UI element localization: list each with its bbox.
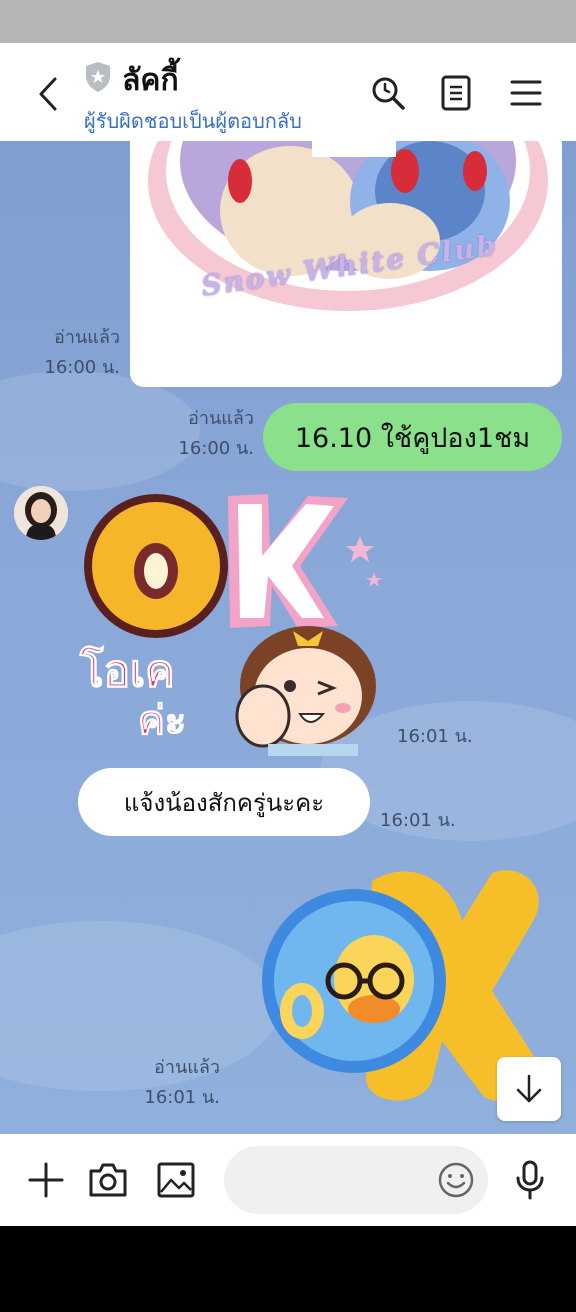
sticker-caption-line2: ค่ะ	[137, 698, 187, 745]
shield-icon	[86, 62, 110, 92]
timestamp: 16:00 น.	[178, 438, 254, 459]
gallery-icon	[157, 1162, 195, 1198]
plus-icon	[28, 1162, 64, 1198]
notes-icon	[441, 75, 471, 111]
notes-button[interactable]	[436, 73, 476, 113]
timestamp: 16:00 น.	[44, 357, 120, 378]
back-icon	[39, 77, 57, 111]
emoji-button[interactable]	[434, 1158, 478, 1202]
sticker-ok-girl[interactable]: โอเค ค่ะ	[78, 486, 388, 756]
outgoing-message-bubble[interactable]: 16.10 ใช้คูปอง1ชม	[263, 403, 562, 471]
avatar-image	[14, 486, 68, 540]
gallery-button[interactable]	[154, 1158, 198, 1202]
message-meta: อ่านแล้ว 16:00 น.	[10, 323, 120, 383]
microphone-icon	[516, 1160, 544, 1200]
message-meta: อ่านแล้ว 16:00 น.	[144, 404, 254, 464]
avatar[interactable]	[14, 486, 68, 540]
system-navigation-bar	[0, 1226, 576, 1312]
message-input-bar	[0, 1134, 576, 1226]
timestamp: 16:01 น.	[144, 1087, 220, 1108]
ok-girl-sticker-art	[84, 494, 382, 756]
scroll-to-bottom-button[interactable]	[497, 1057, 561, 1121]
add-button[interactable]	[24, 1158, 68, 1202]
search-button[interactable]	[368, 73, 408, 113]
search-icon	[372, 77, 405, 110]
status-bar	[0, 0, 576, 43]
chat-header: ลัคกี้ ผู้รับผิดชอบเป็นผู้ตอบกลับ	[0, 43, 576, 141]
message-meta: อ่านแล้ว 16:01 น.	[110, 1053, 220, 1113]
chat-area[interactable]: Snow White Club อ่านแล้ว 16:00 น. อ่านแล…	[0, 141, 576, 1134]
chat-title: ลัคกี้	[122, 63, 179, 98]
arrow-down-icon	[516, 1074, 542, 1103]
menu-button[interactable]	[506, 73, 546, 113]
back-button[interactable]	[26, 69, 70, 119]
sticker-caption-line1: โอเค	[80, 646, 176, 698]
camera-icon	[89, 1163, 127, 1197]
read-status: อ่านแล้ว	[188, 408, 254, 429]
camera-button[interactable]	[86, 1158, 130, 1202]
timestamp: 16:01 น.	[397, 726, 473, 747]
menu-icon	[510, 80, 542, 106]
read-status: อ่านแล้ว	[154, 1057, 220, 1078]
emoji-icon	[438, 1162, 474, 1198]
incoming-message-bubble[interactable]: แจ้งน้องสักครู่นะคะ	[78, 768, 370, 836]
read-status: อ่านแล้ว	[54, 327, 120, 348]
voice-button[interactable]	[508, 1158, 552, 1202]
chat-subtitle: ผู้รับผิดชอบเป็นผู้ตอบกลับ	[84, 109, 302, 133]
timestamp: 16:01 น.	[380, 810, 456, 831]
image-message[interactable]: Snow White Club	[130, 141, 562, 387]
